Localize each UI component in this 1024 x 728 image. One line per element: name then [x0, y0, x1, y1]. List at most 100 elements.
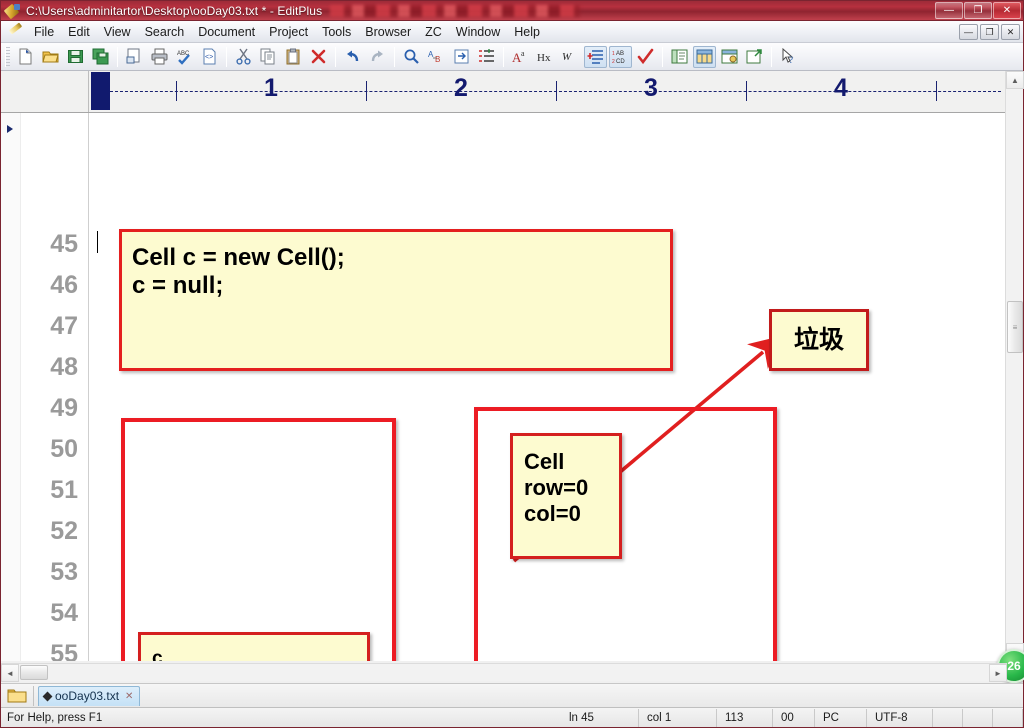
- find-icon[interactable]: [400, 46, 423, 68]
- menu-item-browser[interactable]: Browser: [358, 23, 418, 41]
- line-number: 45: [50, 230, 78, 258]
- word-wrap-icon[interactable]: W: [559, 46, 582, 68]
- mdi-minimize-button[interactable]: —: [959, 24, 978, 40]
- menu-item-search[interactable]: Search: [138, 23, 192, 41]
- menu-item-edit[interactable]: Edit: [61, 23, 97, 41]
- save-icon[interactable]: [64, 46, 87, 68]
- preview-icon[interactable]: [718, 46, 741, 68]
- menu-item-help[interactable]: Help: [507, 23, 547, 41]
- garbage-note-text: 垃圾: [793, 325, 844, 355]
- maximize-button[interactable]: ❐: [964, 2, 992, 19]
- redo-icon[interactable]: [366, 46, 389, 68]
- cell-object-text: Cell row=0 col=0: [524, 449, 589, 526]
- scroll-left-button[interactable]: ◄: [1, 664, 19, 682]
- toolbar-separator: [117, 46, 118, 67]
- horizontal-scrollbar[interactable]: ◄ ►: [1, 663, 1007, 682]
- bookmark-margin[interactable]: [1, 113, 21, 661]
- toolbar-separator: [503, 46, 504, 67]
- cut-icon[interactable]: [232, 46, 255, 68]
- editor-area[interactable]: 45 46 47 48 49 50 51 52 53 54 55 56 57 5…: [1, 113, 1007, 661]
- svg-text:AB: AB: [616, 51, 624, 57]
- status-spare-3: [993, 708, 1023, 727]
- garbage-note[interactable]: 垃圾: [769, 309, 869, 371]
- status-spare-1: [933, 708, 963, 727]
- ruler-number-4: 4: [834, 74, 848, 102]
- html-toolbar-icon[interactable]: [693, 45, 716, 68]
- browser-icon[interactable]: [743, 46, 766, 68]
- open-file-icon[interactable]: [39, 46, 62, 68]
- undo-icon[interactable]: [341, 46, 364, 68]
- vertical-scrollbar[interactable]: ▲ ≡ ▼ 26: [997, 71, 1024, 683]
- toolbar-separator: [335, 46, 336, 67]
- line-number: 53: [50, 558, 78, 586]
- cell-object-note[interactable]: Cell row=0 col=0: [510, 433, 622, 559]
- toolbar-separator: [662, 46, 663, 67]
- print-preview-icon[interactable]: [123, 46, 146, 68]
- mdi-restore-button[interactable]: ❐: [980, 24, 999, 40]
- line-number: 46: [50, 271, 78, 299]
- print-icon[interactable]: [148, 46, 171, 68]
- folder-icon[interactable]: [7, 687, 27, 704]
- paste-icon[interactable]: [282, 46, 305, 68]
- hex-viewer-icon[interactable]: Hx: [534, 46, 557, 68]
- fold-marker-icon[interactable]: [7, 125, 13, 133]
- replace-icon[interactable]: AB: [425, 46, 448, 68]
- close-button[interactable]: ✕: [993, 2, 1021, 19]
- stack-frame[interactable]: [121, 418, 396, 661]
- menu-item-window[interactable]: Window: [449, 23, 507, 41]
- mdi-close-button[interactable]: ✕: [1001, 24, 1020, 40]
- toolbar-separator: [394, 46, 395, 67]
- line-numbers-icon[interactable]: [475, 46, 498, 68]
- document-selector-icon[interactable]: [668, 46, 691, 68]
- ruler-margin-block: [91, 72, 110, 110]
- menu-item-project[interactable]: Project: [262, 23, 315, 41]
- vertical-scroll-thumb[interactable]: ≡: [1007, 301, 1023, 353]
- window-title: C:\Users\adminitartor\Desktop\ooDay03.tx…: [26, 3, 323, 18]
- scroll-right-button[interactable]: ►: [989, 664, 1007, 682]
- menu-item-view[interactable]: View: [97, 23, 138, 41]
- svg-text:a: a: [521, 49, 525, 58]
- line-number: 47: [50, 312, 78, 340]
- scroll-up-button[interactable]: ▲: [1006, 71, 1024, 89]
- menu-item-tools[interactable]: Tools: [315, 23, 358, 41]
- editplus-pencil-icon: [4, 3, 22, 19]
- spell-check-icon[interactable]: ABC: [173, 46, 196, 68]
- delete-icon[interactable]: [307, 46, 330, 68]
- toolbar-grip[interactable]: [5, 46, 10, 67]
- close-icon[interactable]: ✕: [125, 691, 133, 702]
- menu-item-document[interactable]: Document: [191, 23, 262, 41]
- svg-text:<>: <>: [205, 54, 213, 61]
- spell-abcd-icon[interactable]: AB CD 1 2: [609, 45, 632, 68]
- menu-item-file[interactable]: File: [27, 23, 61, 41]
- horizontal-ruler: 1 2 3 4: [1, 71, 1007, 113]
- stack-variable-note[interactable]: c: [138, 632, 370, 661]
- check-icon[interactable]: [634, 46, 657, 68]
- title-bar: C:\Users\adminitartor\Desktop\ooDay03.tx…: [1, 1, 1023, 21]
- new-file-icon[interactable]: [14, 46, 37, 68]
- save-all-icon[interactable]: [89, 46, 112, 68]
- horizontal-scroll-thumb[interactable]: [20, 665, 48, 680]
- line-number: 51: [50, 476, 78, 504]
- document-tab-ooday03[interactable]: ooDay03.txt ✕: [38, 685, 141, 706]
- svg-text:Hx: Hx: [537, 52, 551, 64]
- svg-text:?: ?: [789, 55, 793, 65]
- menu-item-zc[interactable]: ZC: [418, 23, 449, 41]
- line-number-gutter: 45 46 47 48 49 50 51 52 53 54 55 56 57 5…: [21, 113, 89, 661]
- svg-text:1: 1: [612, 51, 615, 57]
- font-icon[interactable]: Aa: [509, 46, 532, 68]
- document-tab-label: ooDay03.txt: [55, 689, 120, 703]
- svg-text:CD: CD: [616, 59, 625, 65]
- line-number: 52: [50, 517, 78, 545]
- view-source-icon[interactable]: <>: [198, 46, 221, 68]
- goto-icon[interactable]: [450, 46, 473, 68]
- context-help-icon[interactable]: ?: [777, 46, 800, 68]
- minimize-button[interactable]: —: [935, 2, 963, 19]
- document-tab-bar: ooDay03.txt ✕: [1, 683, 1023, 707]
- code-note[interactable]: Cell c = new Cell(); c = null;: [119, 229, 673, 371]
- indent-icon[interactable]: [584, 45, 607, 68]
- svg-text:W: W: [562, 51, 572, 63]
- window-controls: — ❐ ✕: [935, 2, 1021, 19]
- copy-icon[interactable]: [257, 46, 280, 68]
- line-number: 48: [50, 353, 78, 381]
- stack-variable-text: c: [152, 648, 163, 661]
